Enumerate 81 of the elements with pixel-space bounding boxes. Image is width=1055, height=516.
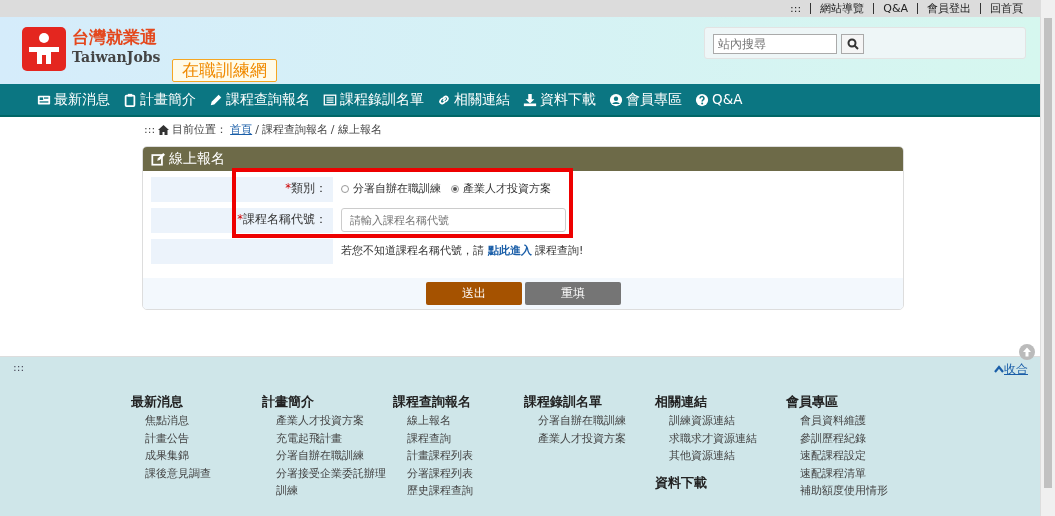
submit-button[interactable]: 送出 [425,281,522,305]
footer-link[interactable]: 成果集錦 [131,447,262,465]
scroll-top-icon[interactable] [1019,344,1035,360]
footer-link[interactable]: 產業人才投資方案 [262,412,393,430]
nav-link[interactable]: 最新消息 [37,89,110,110]
field-label: *類別： [151,176,333,202]
footer-heading[interactable]: 課程錄訓名單 [524,391,655,411]
user-icon [609,92,623,107]
logo-subtitle[interactable]: TaiwanJobs [72,47,161,68]
footer-link[interactable]: 分署自辦在職訓練 [524,412,655,430]
footer-link[interactable]: 計畫課程列表 [393,447,524,465]
footer-link[interactable]: 訓練資源連結 [655,412,786,430]
search-field[interactable]: 站內搜尋 [713,34,837,54]
nav-link[interactable]: 資料下載 [523,89,596,110]
breadcrumb-item: 課程查詢報名 [261,122,328,138]
footer-link[interactable]: 焦點消息 [131,412,262,430]
footer-heading[interactable]: 計畫簡介 [262,391,393,411]
footer-link[interactable]: 分署接受企業委託辦理訓練 [262,464,393,500]
breadcrumb-link[interactable]: 首頁 [230,122,253,139]
search-icon [846,38,859,50]
panel-title: 線上報名 [169,149,225,168]
footer-link[interactable]: 充電起飛計畫 [262,429,393,447]
footer-heading[interactable]: 資料下載 [655,472,786,492]
clipboard-icon [123,92,137,107]
nav-link[interactable]: 課程錄訓名單 [323,89,424,110]
footer-heading[interactable]: 會員專區 [786,391,917,411]
footer-marker: ::: [13,359,25,376]
scrollbar[interactable] [1040,0,1055,516]
hint-link[interactable]: 點此進入 [487,243,532,257]
edit-icon [151,151,165,166]
breadcrumb-separator: / [330,122,335,138]
radio-button[interactable] [451,185,459,193]
footer-link[interactable]: 計畫公告 [131,429,262,447]
nav-link[interactable]: 會員專區 [609,89,682,110]
breadcrumb-separator: / [255,122,259,138]
home-icon [158,125,170,136]
footer-link[interactable]: 求職求才資源連結 [655,429,786,447]
menu-marker: ::: [789,3,803,14]
top-link[interactable]: 網站導覽 [810,3,874,14]
footer-link[interactable]: 產業人才投資方案 [524,429,655,447]
site-badge: 在職訓練網 [172,59,278,82]
breadcrumb-item: 線上報名 [337,122,382,138]
breadcrumb-marker: ::: [144,122,156,138]
footer-link[interactable]: 線上報名 [393,412,524,430]
search-button[interactable] [841,34,864,54]
list-icon [323,92,337,107]
footer-link[interactable]: 課後意見調查 [131,464,262,482]
footer-link[interactable]: 速配課程設定 [786,447,917,465]
nav-link[interactable]: 課程查詢報名 [209,89,310,110]
footer-link[interactable]: 參訓歷程紀錄 [786,429,917,447]
collapse-link[interactable]: 收合 [994,359,1028,378]
field-label: *課程名稱代號： [151,207,333,233]
course-code-field[interactable]: 請輸入課程名稱代號 [341,208,566,232]
help-icon [695,92,709,107]
top-link[interactable]: Q&A [873,3,917,14]
reset-button[interactable]: 重填 [524,281,621,305]
footer-heading[interactable]: 相關連結 [655,391,786,411]
hint-text: 若您不知道課程名稱代號，請 點此進入 課程查詢! [341,242,584,259]
footer-heading[interactable]: 最新消息 [131,391,262,411]
nav-link[interactable]: Q&A [695,89,743,110]
footer-link[interactable]: 其他資源連結 [655,447,786,465]
top-link[interactable]: 回首頁 [980,3,1032,14]
footer-link[interactable]: 課程查詢 [393,429,524,447]
logo-icon [22,27,66,71]
radio-option[interactable]: 產業人才投資方案 [451,180,551,198]
top-link[interactable]: 會員登出 [917,3,980,14]
radio-button[interactable] [341,185,349,193]
pencil-icon [209,92,223,107]
footer-link[interactable]: 分署自辦在職訓練 [262,447,393,465]
footer-heading[interactable]: 課程查詢報名 [393,391,524,411]
chevron-up-icon [994,365,1004,373]
footer-link[interactable]: 歷史課程查詢 [393,482,524,500]
footer-link[interactable]: 分署課程列表 [393,464,524,482]
footer-link[interactable]: 補助額度使用情形 [786,482,917,500]
nav-link[interactable]: 計畫簡介 [123,89,196,110]
download-icon [523,92,537,107]
footer-link[interactable]: 速配課程清單 [786,464,917,482]
breadcrumb-label: 目前位置： [172,122,228,138]
footer-link[interactable]: 會員資料維護 [786,412,917,430]
radio-option[interactable]: 分署自辦在職訓練 [341,180,441,198]
nav-link[interactable]: 相關連結 [437,89,510,110]
